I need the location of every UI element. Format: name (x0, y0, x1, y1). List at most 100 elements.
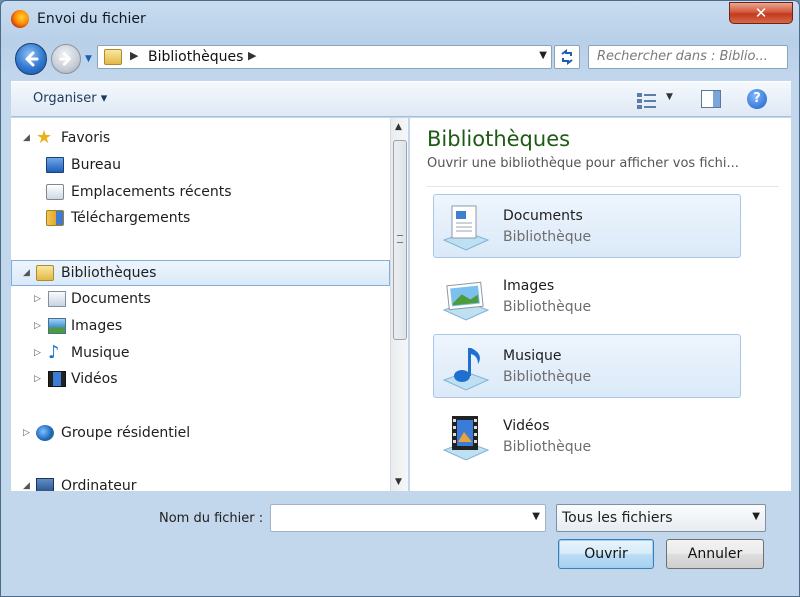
title-bar[interactable]: Envoi du fichier ✕ (1, 1, 799, 39)
images-library-icon (442, 281, 490, 321)
change-view-button[interactable] (635, 90, 659, 110)
expanded-arrow-icon[interactable]: ◢ (23, 133, 30, 143)
nav-item-telechargements[interactable]: Téléchargements (11, 206, 390, 232)
close-button[interactable]: ✕ (729, 2, 793, 24)
grip-icon (397, 235, 403, 243)
content-pane: Bibliothèques Ouvrir une bibliothèque po… (410, 118, 791, 491)
file-upload-dialog: Envoi du fichier ✕ ▼ ▶ Bibliothèques ▶ ▼ (0, 0, 800, 597)
arrow-right-icon (59, 52, 71, 66)
library-icon (104, 49, 122, 65)
desktop-icon (46, 157, 64, 173)
dialog-footer: Nom du fichier : ▼ Tous les fichiers ▼ O… (11, 491, 791, 591)
nav-item-groupe-residentiel[interactable]: ▷ Groupe résidentiel (11, 421, 390, 447)
breadcrumb-separator-icon[interactable]: ▶ (130, 49, 138, 62)
forward-button[interactable] (51, 44, 81, 74)
scrollbar-thumb[interactable] (393, 140, 407, 340)
library-type: Bibliothèque (503, 229, 592, 245)
video-icon (48, 371, 66, 387)
chevron-down-icon: ▾ (100, 91, 108, 106)
nav-item-bibliotheques[interactable]: ◢ Bibliothèques (11, 260, 390, 286)
nav-item-favoris[interactable]: ◢ ★ Favoris (11, 126, 390, 152)
chevron-down-icon[interactable]: ▼ (532, 511, 540, 522)
arrow-left-icon (25, 51, 39, 67)
documents-library-icon (442, 205, 490, 251)
navigation-bar: ▼ ▶ Bibliothèques ▶ ▼ Rechercher dans : … (1, 39, 799, 77)
collapsed-arrow-icon[interactable]: ▷ (23, 428, 30, 438)
library-type: Bibliothèque (503, 439, 592, 455)
library-type: Bibliothèque (503, 369, 592, 385)
view-options-dropdown[interactable]: ▼ (666, 92, 673, 102)
collapsed-arrow-icon[interactable]: ▷ (34, 374, 41, 384)
open-button[interactable]: Ouvrir (558, 539, 654, 569)
nav-item-emplacements-recents[interactable]: Emplacements récents (11, 180, 390, 206)
nav-item-label: Musique (71, 345, 130, 361)
help-button[interactable]: ? (747, 89, 767, 109)
nav-item-label: Ordinateur (61, 478, 137, 491)
filetype-select[interactable]: Tous les fichiers ▼ (556, 504, 766, 532)
breadcrumb-libraries[interactable]: Bibliothèques (148, 49, 243, 65)
page-title: Bibliothèques (427, 127, 571, 151)
scroll-up-icon[interactable]: ▲ (395, 122, 402, 132)
homegroup-icon (36, 425, 54, 441)
nav-item-images[interactable]: ▷ Images (11, 314, 390, 340)
nav-item-label: Groupe résidentiel (61, 425, 191, 441)
nav-item-musique[interactable]: ▷ ♪ Musique (11, 341, 390, 367)
music-icon: ♪ (48, 342, 60, 363)
images-icon (48, 318, 66, 334)
page-subtitle: Ouvrir une bibliothèque pour afficher vo… (427, 156, 739, 171)
nav-item-label: Bibliothèques (61, 265, 157, 281)
back-button[interactable] (15, 43, 47, 75)
window-title: Envoi du fichier (37, 11, 146, 27)
expanded-arrow-icon[interactable]: ◢ (23, 481, 30, 491)
filetype-selected: Tous les fichiers (562, 510, 673, 526)
command-toolbar: Organiser ▾ ▼ ? (11, 81, 791, 117)
computer-icon (36, 478, 54, 491)
firefox-icon (11, 10, 29, 28)
nav-item-label: Téléchargements (71, 210, 191, 226)
refresh-button[interactable] (554, 45, 580, 69)
library-type: Bibliothèque (503, 299, 592, 315)
refresh-icon (561, 49, 573, 65)
nav-item-ordinateur[interactable]: ◢ Ordinateur (11, 474, 390, 491)
collapsed-arrow-icon[interactable]: ▷ (34, 348, 41, 358)
navigation-pane-scrollbar[interactable]: ▲ ▼ (390, 118, 408, 491)
nav-item-label: Images (71, 318, 123, 334)
recent-places-icon (46, 184, 64, 200)
library-item-images[interactable]: Images Bibliothèque (433, 264, 741, 328)
collapsed-arrow-icon[interactable]: ▷ (34, 321, 41, 331)
address-bar[interactable]: ▶ Bibliothèques ▶ ▼ (97, 45, 552, 69)
preview-pane-button[interactable] (701, 90, 721, 108)
documents-icon (48, 291, 66, 307)
library-item-musique[interactable]: Musique Bibliothèque (433, 334, 741, 398)
library-name: Vidéos (503, 418, 550, 434)
organise-label: Organiser (33, 91, 97, 106)
search-input[interactable]: Rechercher dans : Biblio... (588, 45, 788, 69)
nav-item-label: Bureau (71, 157, 121, 173)
nav-item-bureau[interactable]: Bureau (11, 153, 390, 179)
recent-pages-dropdown[interactable]: ▼ (85, 54, 95, 64)
cancel-button[interactable]: Annuler (666, 539, 764, 569)
downloads-icon (46, 210, 64, 226)
filename-input[interactable]: ▼ (270, 504, 546, 532)
organise-menu-button[interactable]: Organiser ▾ (33, 91, 107, 106)
star-icon: ★ (36, 127, 53, 148)
nav-item-label: Vidéos (71, 371, 118, 387)
nav-item-documents[interactable]: ▷ Documents (11, 287, 390, 313)
chevron-down-icon[interactable]: ▼ (539, 50, 547, 61)
library-item-documents[interactable]: Documents Bibliothèque (433, 194, 741, 258)
nav-item-label: Favoris (61, 130, 111, 146)
nav-item-label: Documents (71, 291, 151, 307)
library-icon (36, 265, 54, 281)
library-item-videos[interactable]: Vidéos Bibliothèque (433, 404, 741, 468)
expanded-arrow-icon[interactable]: ◢ (23, 268, 30, 278)
nav-item-videos[interactable]: ▷ Vidéos (11, 367, 390, 393)
scroll-down-icon[interactable]: ▼ (395, 477, 402, 487)
breadcrumb-separator-icon[interactable]: ▶ (248, 49, 256, 62)
collapsed-arrow-icon[interactable]: ▷ (34, 294, 41, 304)
library-name: Images (503, 278, 555, 294)
library-name: Musique (503, 348, 562, 364)
library-name: Documents (503, 208, 583, 224)
view-list-icon (637, 93, 656, 109)
navigation-pane[interactable]: ◢ ★ Favoris Bureau Emplacements récents … (11, 118, 390, 491)
filename-label: Nom du fichier : (159, 511, 264, 526)
